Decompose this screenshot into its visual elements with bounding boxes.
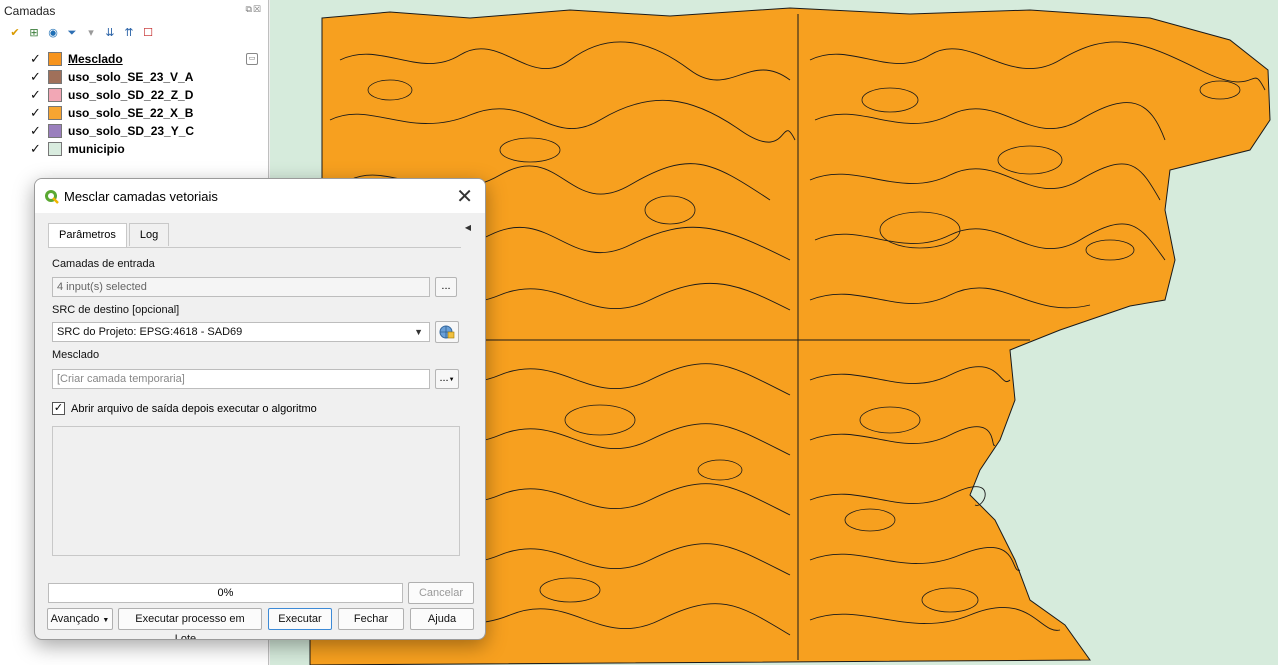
layer-visibility-checkbox[interactable]: ✓: [30, 142, 42, 156]
crs-label: SRC de destino [opcional]: [52, 304, 180, 316]
select-crs-button[interactable]: [435, 321, 459, 343]
parameters-pane: Camadas de entrada 4 input(s) selected .…: [48, 247, 461, 558]
cancel-button[interactable]: Cancelar: [408, 582, 474, 604]
batch-process-button[interactable]: Executar processo em Lote...: [118, 608, 262, 639]
layers-toolbar: ✔ ⊞ ◉ ⏷ ▾ ⇊ ⇈ ☐: [8, 24, 155, 42]
temporary-layer-icon[interactable]: ▭: [246, 53, 258, 65]
layer-item-uso-solo-sd-23-y-c[interactable]: ✓ uso_solo_SD_23_Y_C: [30, 122, 262, 140]
dialog-titlebar[interactable]: Mesclar camadas vetoriais ✕: [35, 179, 485, 213]
layer-visibility-checkbox[interactable]: ✓: [30, 106, 42, 120]
chevron-down-icon: ▼: [102, 617, 110, 624]
dialog-tabs: Parâmetros Log: [48, 223, 171, 248]
layer-name: uso_solo_SD_22_Z_D: [68, 88, 194, 102]
globe-icon: [439, 325, 455, 339]
qgis-logo-icon: [45, 190, 59, 204]
open-output-checkbox-row[interactable]: ✓ Abrir arquivo de saída depois executar…: [52, 402, 317, 415]
layer-color-swatch: [48, 142, 62, 156]
filter-expression-icon[interactable]: ▾: [84, 26, 98, 40]
chevron-down-icon: ▼: [414, 327, 423, 337]
layer-color-swatch: [48, 124, 62, 138]
manage-visibility-icon[interactable]: ◉: [46, 26, 60, 40]
help-button[interactable]: Ajuda: [410, 608, 474, 630]
layer-name: uso_solo_SE_23_V_A: [68, 70, 194, 84]
output-label: Mesclado: [52, 349, 100, 361]
layer-color-swatch: [48, 106, 62, 120]
layer-item-uso-solo-se-22-x-b[interactable]: ✓ uso_solo_SE_22_X_B: [30, 104, 262, 122]
layers-panel-title: Camadas: [4, 4, 56, 18]
output-field[interactable]: [Criar camada temporaria]: [52, 369, 430, 389]
panel-float-close-icons[interactable]: ⧉☒: [246, 4, 263, 15]
layer-name: Mesclado: [68, 52, 123, 66]
layer-visibility-checkbox[interactable]: ✓: [30, 70, 42, 84]
layer-item-uso-solo-sd-22-z-d[interactable]: ✓ uso_solo_SD_22_Z_D: [30, 86, 262, 104]
layer-item-uso-solo-se-23-v-a[interactable]: ✓ uso_solo_SE_23_V_A: [30, 68, 262, 86]
open-output-checkbox[interactable]: ✓: [52, 402, 65, 415]
layer-visibility-checkbox[interactable]: ✓: [30, 88, 42, 102]
input-layers-field[interactable]: 4 input(s) selected: [52, 277, 430, 297]
layer-name: uso_solo_SE_22_X_B: [68, 106, 194, 120]
layer-list: ✓ Mesclado ▭ ✓ uso_solo_SE_23_V_A ✓ uso_…: [30, 50, 262, 158]
tab-log[interactable]: Log: [128, 223, 170, 246]
parameters-blank-area: [52, 426, 460, 556]
layer-color-swatch: [48, 52, 62, 66]
layer-visibility-checkbox[interactable]: ✓: [30, 124, 42, 138]
close-icon[interactable]: ✕: [456, 184, 473, 209]
crs-select[interactable]: SRC do Projeto: EPSG:4618 - SAD69 ▼: [52, 322, 430, 342]
crs-select-value: SRC do Projeto: EPSG:4618 - SAD69: [57, 326, 243, 338]
run-button[interactable]: Executar: [268, 608, 332, 630]
layer-color-swatch: [48, 70, 62, 84]
filter-legend-icon[interactable]: ⏷: [65, 26, 79, 40]
layer-item-mesclado[interactable]: ✓ Mesclado ▭: [30, 50, 262, 68]
advanced-button[interactable]: Avançado ▼: [47, 608, 113, 630]
layer-color-swatch: [48, 88, 62, 102]
output-options-button[interactable]: ...▼: [435, 369, 459, 389]
add-group-icon[interactable]: ⊞: [27, 26, 41, 40]
layer-visibility-checkbox[interactable]: ✓: [30, 52, 42, 66]
progress-bar: 0%: [48, 583, 403, 603]
input-layers-label: Camadas de entrada: [52, 258, 155, 270]
collapse-help-panel-icon[interactable]: ◀: [465, 223, 471, 232]
chevron-down-icon: ▼: [448, 377, 455, 383]
style-layer-icon[interactable]: ✔: [8, 26, 22, 40]
output-options-ellipsis: ...: [439, 372, 449, 384]
open-output-label: Abrir arquivo de saída depois executar o…: [71, 402, 317, 415]
collapse-all-icon[interactable]: ⇈: [122, 26, 136, 40]
merge-vector-layers-dialog: Mesclar camadas vetoriais ✕ Parâmetros L…: [34, 178, 486, 640]
remove-layer-icon[interactable]: ☐: [141, 26, 155, 40]
layer-name: uso_solo_SD_23_Y_C: [68, 124, 195, 138]
close-button[interactable]: Fechar: [338, 608, 404, 630]
tab-parametros[interactable]: Parâmetros: [48, 223, 127, 248]
select-input-layers-button[interactable]: ...: [435, 277, 457, 297]
expand-all-icon[interactable]: ⇊: [103, 26, 117, 40]
layer-name: municipio: [68, 142, 125, 156]
dialog-title: Mesclar camadas vetoriais: [64, 189, 218, 204]
layer-item-municipio[interactable]: ✓ municipio: [30, 140, 262, 158]
advanced-button-label: Avançado: [50, 613, 100, 625]
